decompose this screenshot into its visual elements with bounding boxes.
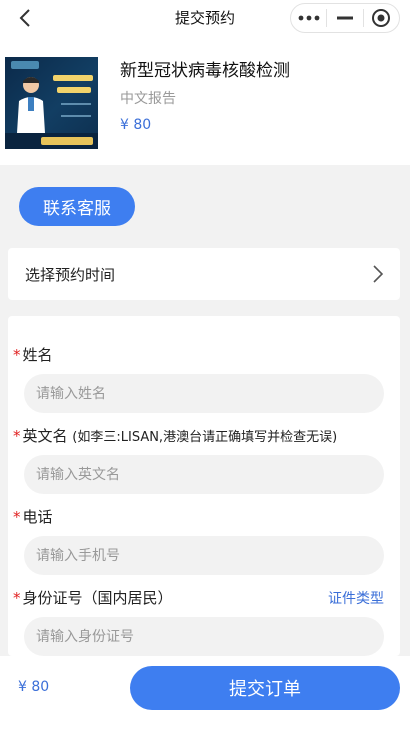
thumbnail-decoration bbox=[61, 103, 91, 117]
nav-bar: 提交预约 bbox=[0, 0, 410, 36]
product-summary: 新型冠状病毒核酸检测 中文报告 ¥ 80 bbox=[0, 36, 410, 165]
appointment-time-label: 选择预约时间 bbox=[25, 266, 116, 284]
booking-form: *姓名 *英文名 (如李三:LISAN,港澳台请正确填写并检查无误) *电话 *… bbox=[8, 316, 400, 656]
id-number-label-text: 身份证号（国内居民） bbox=[22, 589, 173, 607]
phone-field[interactable] bbox=[24, 536, 384, 575]
required-mark: * bbox=[13, 346, 21, 364]
mini-program-capsule bbox=[290, 3, 400, 33]
thumbnail-text bbox=[57, 87, 91, 93]
more-button[interactable] bbox=[291, 4, 326, 32]
close-button[interactable] bbox=[364, 4, 399, 32]
total-price: ¥ 80 bbox=[18, 679, 50, 695]
target-circle-icon bbox=[372, 9, 391, 27]
english-name-label: * 英文名 (如李三:LISAN,港澳台请正确填写并检查无误) bbox=[13, 425, 337, 446]
appointment-time-selector[interactable]: 选择预约时间 bbox=[8, 248, 400, 300]
thumbnail-banner-text bbox=[41, 137, 93, 145]
name-label: * 姓名 bbox=[13, 344, 53, 365]
required-mark: * bbox=[13, 589, 21, 607]
name-label-text: 姓名 bbox=[22, 346, 53, 364]
bottom-bar: ¥ 80 提交订单 bbox=[0, 656, 410, 731]
product-subtitle: 中文报告 bbox=[120, 91, 176, 107]
english-name-hint: (如李三:LISAN,港澳台请正确填写并检查无误) bbox=[72, 430, 338, 445]
english-name-label-text: 英文名 bbox=[22, 427, 68, 445]
id-type-link[interactable]: 证件类型 bbox=[328, 588, 384, 608]
chevron-right-icon bbox=[373, 265, 384, 283]
english-name-field[interactable] bbox=[24, 455, 384, 494]
minimize-button[interactable] bbox=[327, 4, 362, 32]
minimize-icon bbox=[336, 16, 353, 20]
phone-label: * 电话 bbox=[13, 506, 53, 527]
thumbnail-logo bbox=[11, 61, 39, 69]
required-mark: * bbox=[13, 508, 21, 526]
name-field[interactable] bbox=[24, 374, 384, 413]
product-price: ¥ 80 bbox=[120, 117, 152, 133]
id-number-field[interactable] bbox=[24, 617, 384, 656]
product-title: 新型冠状病毒核酸检测 bbox=[120, 61, 290, 81]
doctor-illustration-icon bbox=[17, 77, 45, 133]
product-thumbnail bbox=[5, 57, 98, 149]
phone-label-text: 电话 bbox=[22, 508, 53, 526]
id-number-label: * 身份证号（国内居民） bbox=[13, 587, 173, 608]
submit-order-button[interactable]: 提交订单 bbox=[130, 666, 400, 710]
more-dots-icon bbox=[298, 15, 320, 21]
required-mark: * bbox=[13, 427, 21, 445]
thumbnail-text bbox=[53, 75, 93, 81]
contact-service-button[interactable]: 联系客服 bbox=[19, 187, 135, 226]
